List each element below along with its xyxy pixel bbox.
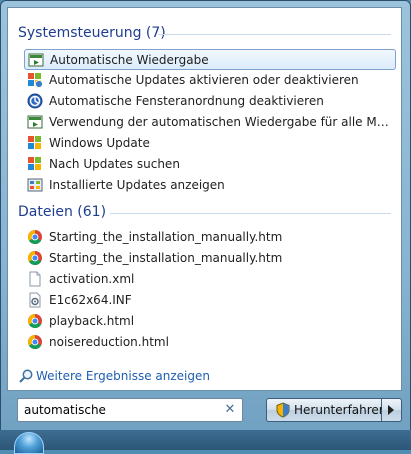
shield-icon [276, 402, 290, 418]
chrome-icon [28, 314, 42, 329]
result-item[interactable]: Starting_the_installation_manually.htm [24, 227, 396, 248]
windows-update-icon [28, 136, 41, 149]
search-input[interactable] [24, 401, 214, 419]
autoplay-icon [28, 53, 44, 67]
result-label: Automatische Fensteranordnung deaktivier… [49, 94, 324, 108]
windows-update-icon [28, 73, 43, 88]
search-results-panel: Systemsteuerung (7) Automatische Wiederg… [7, 7, 402, 391]
magnifier-icon [19, 369, 33, 383]
group-divider [158, 34, 391, 35]
result-label: Starting_the_installation_manually.htm [49, 230, 283, 244]
ease-of-access-icon [27, 93, 43, 109]
result-item[interactable]: playback.html [24, 311, 396, 332]
chevron-right-icon [388, 405, 394, 415]
result-item[interactable]: Automatische Wiedergabe [24, 49, 396, 70]
programs-icon [27, 178, 43, 192]
result-label: Verwendung der automatischen Wiedergabe … [49, 115, 390, 129]
autoplay-icon [27, 115, 43, 129]
see-more-results-label: Weitere Ergebnisse anzeigen [36, 369, 210, 383]
result-item[interactable]: Automatische Fensteranordnung deaktivier… [24, 91, 396, 112]
result-item[interactable]: Windows Update [24, 133, 396, 154]
result-label: Starting_the_installation_manually.htm [49, 251, 283, 265]
document-icon [29, 271, 41, 287]
group-divider [110, 213, 391, 214]
result-label: Installierte Updates anzeigen [49, 178, 225, 192]
group-header-control-panel: Systemsteuerung (7) [18, 25, 166, 41]
windows-update-icon [28, 157, 41, 170]
result-label: E1c62x64.INF [49, 293, 132, 307]
result-label: Windows Update [49, 136, 150, 150]
shutdown-options-button[interactable] [382, 398, 402, 422]
result-item[interactable]: E1c62x64.INF [24, 290, 396, 311]
result-label: noisereduction.html [49, 335, 169, 349]
group-header-files: Dateien (61) [18, 204, 107, 220]
result-item[interactable]: noisereduction.html [24, 332, 396, 353]
shutdown-label: Herunterfahren [294, 403, 387, 417]
taskbar [0, 430, 411, 450]
result-item[interactable]: Automatische Updates aktivieren oder dea… [24, 70, 396, 91]
clear-search-icon[interactable]: ✕ [222, 401, 238, 419]
result-label: activation.xml [49, 272, 135, 286]
result-label: Automatische Updates aktivieren oder dea… [49, 73, 359, 87]
shutdown-button[interactable]: Herunterfahren [266, 398, 386, 422]
search-box: ✕ [17, 398, 243, 422]
chrome-icon [28, 335, 42, 350]
result-label: playback.html [49, 314, 135, 328]
chrome-icon [28, 230, 42, 245]
result-label: Automatische Wiedergabe [50, 53, 209, 67]
result-item[interactable]: activation.xml [24, 269, 396, 290]
result-item[interactable]: Starting_the_installation_manually.htm [24, 248, 396, 269]
result-item[interactable]: Verwendung der automatischen Wiedergabe … [24, 112, 396, 133]
settings-file-icon [29, 292, 41, 308]
chrome-icon [28, 251, 42, 266]
result-label: Nach Updates suchen [49, 157, 180, 171]
result-item[interactable]: Installierte Updates anzeigen [24, 175, 396, 196]
result-item[interactable]: Nach Updates suchen [24, 154, 396, 175]
start-orb[interactable] [14, 432, 44, 454]
